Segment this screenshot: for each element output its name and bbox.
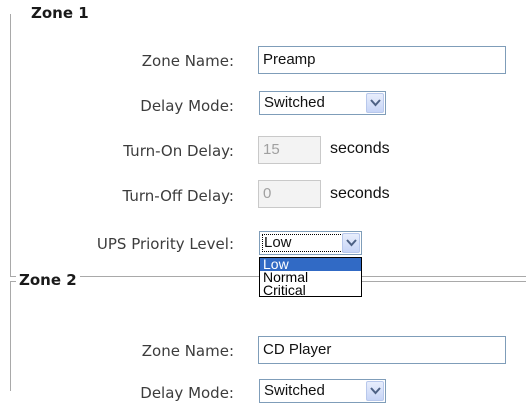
zone2-delay-mode-select[interactable]: Switched [259,379,386,403]
chevron-down-icon[interactable] [366,93,384,113]
zone2-legend: Zone 2 [16,271,80,289]
zone2-name-input[interactable]: CD Player [258,336,506,364]
zone2-name-label: Zone Name: [141,342,234,360]
turn-on-delay-input[interactable]: 15 [258,136,321,164]
zone2-frame-top-right [362,281,526,282]
chevron-down-icon[interactable] [366,381,384,401]
zone1-frame-bottom-right [362,276,526,277]
ups-option-critical[interactable]: Critical [260,283,361,297]
zone1-legend: Zone 1 [28,4,92,22]
ups-priority-label: UPS Priority Level: [96,235,234,253]
chevron-down-icon[interactable] [342,233,360,253]
ups-priority-select[interactable]: Low [259,231,362,255]
zone2-delay-mode-label: Delay Mode: [140,384,234,402]
delay-mode-value: Switched [264,94,325,111]
turn-off-delay-unit: seconds [330,185,390,202]
ups-priority-dropdown-list[interactable]: Low Normal Critical [259,257,362,297]
delay-mode-select[interactable]: Switched [259,91,386,115]
zone-name-label: Zone Name: [141,52,234,70]
zone-name-input[interactable]: Preamp [258,46,506,74]
turn-off-delay-label: Turn-Off Delay: [122,187,234,205]
turn-on-delay-unit: seconds [330,140,390,157]
delay-mode-label: Delay Mode: [140,97,234,115]
turn-off-delay-input[interactable]: 0 [258,180,321,208]
ups-priority-value: Low [264,234,292,251]
turn-on-delay-label: Turn-On Delay: [123,142,234,160]
zone2-frame-left [10,281,11,391]
